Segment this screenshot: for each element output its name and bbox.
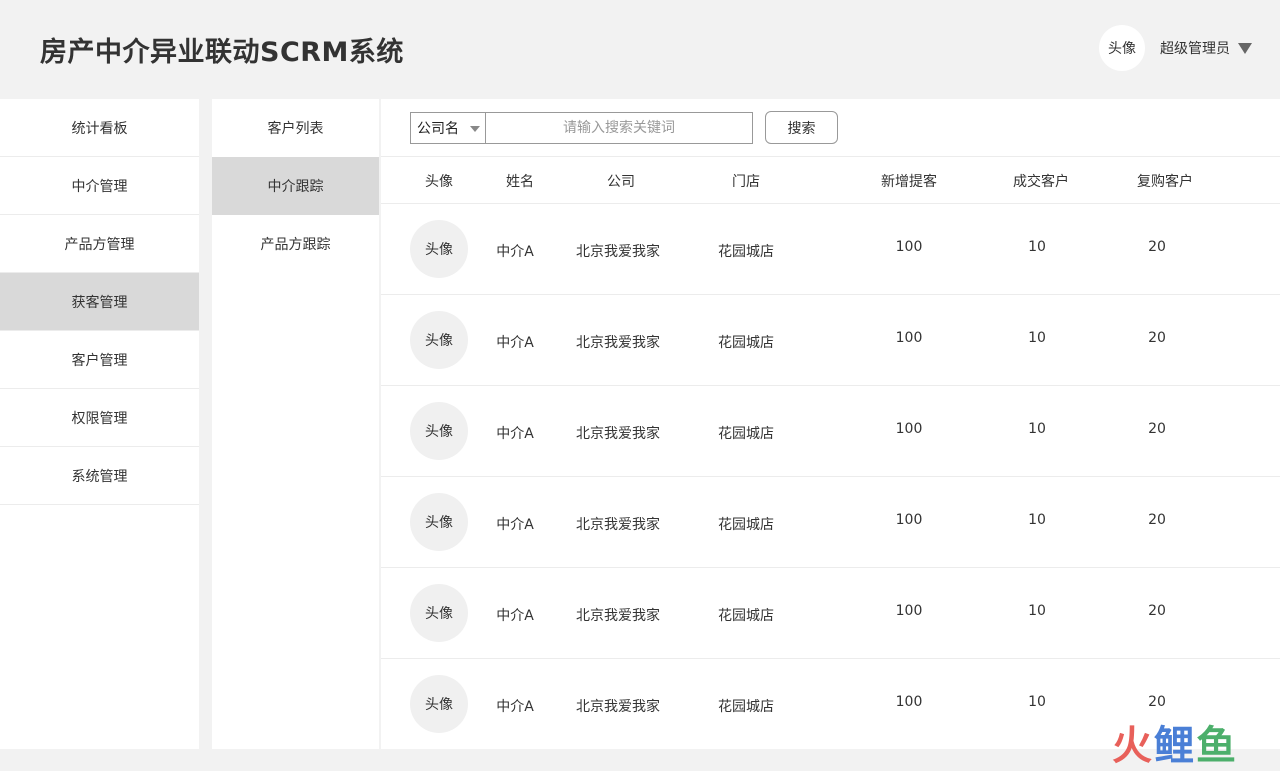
sidebar-item-system[interactable]: 系统管理 <box>0 447 199 505</box>
table-header: 头像 姓名 公司 门店 新增提客 成交客户 复购客户 <box>381 157 1280 204</box>
chevron-down-icon[interactable] <box>1238 43 1252 54</box>
avatar: 头像 <box>410 220 468 278</box>
sidebar-item-label: 客户管理 <box>71 352 128 369</box>
cell-store: 花园城店 <box>718 517 774 533</box>
sidebar-item-label: 系统管理 <box>71 468 128 485</box>
cell-new-leads: 100 <box>895 603 923 619</box>
cell-deals: 10 <box>1028 694 1046 710</box>
sidebar-item-acquisition[interactable]: 获客管理 <box>0 273 199 331</box>
subnav-item-customer-list[interactable]: 客户列表 <box>212 99 379 157</box>
sidebar-item-label: 获客管理 <box>71 294 128 311</box>
cell-repurchase: 20 <box>1148 421 1166 437</box>
column-header-deals: 成交客户 <box>1013 174 1069 190</box>
watermark-part: 鲤 <box>1154 723 1196 769</box>
app-header: 房产中介异业联动SCRM系统 头像 超级管理员 <box>0 0 1280 99</box>
cell-store: 花园城店 <box>718 608 774 624</box>
watermark-logo: 火鲤鱼 <box>1112 722 1238 770</box>
subnav-item-label: 客户列表 <box>267 121 324 137</box>
sidebar-item-permissions[interactable]: 权限管理 <box>0 389 199 447</box>
cell-company: 北京我爱我家 <box>576 244 660 260</box>
column-header-store: 门店 <box>732 174 760 190</box>
avatar: 头像 <box>410 584 468 642</box>
table-row[interactable]: 头像 中介A 北京我爱我家 花园城店 100 10 20 <box>381 386 1280 477</box>
watermark-part: 火 <box>1112 723 1154 769</box>
cell-new-leads: 100 <box>895 694 923 710</box>
subnav-item-label: 中介跟踪 <box>267 179 324 195</box>
cell-new-leads: 100 <box>895 421 923 437</box>
table-row[interactable]: 头像 中介A 北京我爱我家 花园城店 100 10 20 <box>381 295 1280 386</box>
user-avatar[interactable]: 头像 <box>1099 25 1145 71</box>
cell-repurchase: 20 <box>1148 512 1166 528</box>
column-header-new-leads: 新增提客 <box>881 174 937 190</box>
avatar: 头像 <box>410 675 468 733</box>
sidebar-item-label: 权限管理 <box>71 410 128 427</box>
cell-company: 北京我爱我家 <box>576 335 660 351</box>
filter-select-value: 公司名 <box>417 121 459 137</box>
column-header-repurchase: 复购客户 <box>1137 174 1193 190</box>
cell-name: 中介A <box>496 335 534 351</box>
cell-name: 中介A <box>496 244 534 260</box>
cell-deals: 10 <box>1028 603 1046 619</box>
main-content: 公司名 搜索 头像 姓名 公司 门店 新增提客 成交客户 复购客户 头像 中介A… <box>381 99 1280 749</box>
cell-new-leads: 100 <box>895 512 923 528</box>
search-button[interactable]: 搜索 <box>765 111 838 144</box>
cell-deals: 10 <box>1028 239 1046 255</box>
sidebar: 统计看板 中介管理 产品方管理 获客管理 客户管理 权限管理 系统管理 <box>0 99 199 749</box>
column-header-avatar: 头像 <box>425 174 453 190</box>
watermark-part: 鱼 <box>1196 723 1238 769</box>
cell-deals: 10 <box>1028 421 1046 437</box>
cell-repurchase: 20 <box>1148 239 1166 255</box>
avatar: 头像 <box>410 402 468 460</box>
subnav-item-product-tracking[interactable]: 产品方跟踪 <box>212 215 379 273</box>
sidebar-item-label: 中介管理 <box>71 178 128 195</box>
cell-name: 中介A <box>496 517 534 533</box>
table-row[interactable]: 头像 中介A 北京我爱我家 花园城店 100 10 20 <box>381 568 1280 659</box>
caret-down-icon[interactable] <box>470 126 480 132</box>
search-input[interactable] <box>485 112 753 144</box>
avatar: 头像 <box>410 311 468 369</box>
cell-deals: 10 <box>1028 330 1046 346</box>
cell-name: 中介A <box>496 699 534 715</box>
app-title: 房产中介异业联动SCRM系统 <box>40 37 404 68</box>
sidebar-item-dashboard[interactable]: 统计看板 <box>0 99 199 157</box>
column-header-name: 姓名 <box>506 174 534 190</box>
cell-company: 北京我爱我家 <box>576 699 660 715</box>
sidebar-item-customers[interactable]: 客户管理 <box>0 331 199 389</box>
sidebar-item-label: 产品方管理 <box>64 236 135 253</box>
cell-company: 北京我爱我家 <box>576 426 660 442</box>
cell-name: 中介A <box>496 426 534 442</box>
cell-store: 花园城店 <box>718 699 774 715</box>
cell-new-leads: 100 <box>895 330 923 346</box>
cell-repurchase: 20 <box>1148 694 1166 710</box>
table-row[interactable]: 头像 中介A 北京我爱我家 花园城店 100 10 20 <box>381 204 1280 295</box>
user-name[interactable]: 超级管理员 <box>1160 38 1230 58</box>
sidebar-item-label: 统计看板 <box>71 120 128 137</box>
cell-deals: 10 <box>1028 512 1046 528</box>
cell-store: 花园城店 <box>718 335 774 351</box>
cell-store: 花园城店 <box>718 426 774 442</box>
search-bar: 公司名 搜索 <box>381 99 1280 157</box>
cell-name: 中介A <box>496 608 534 624</box>
cell-company: 北京我爱我家 <box>576 608 660 624</box>
subnav-item-label: 产品方跟踪 <box>260 237 331 253</box>
cell-store: 花园城店 <box>718 244 774 260</box>
sidebar-item-agents[interactable]: 中介管理 <box>0 157 199 215</box>
cell-repurchase: 20 <box>1148 603 1166 619</box>
cell-repurchase: 20 <box>1148 330 1166 346</box>
cell-company: 北京我爱我家 <box>576 517 660 533</box>
table-body: 头像 中介A 北京我爱我家 花园城店 100 10 20 头像 中介A 北京我爱… <box>381 204 1280 750</box>
table-row[interactable]: 头像 中介A 北京我爱我家 花园城店 100 10 20 <box>381 477 1280 568</box>
sidebar-item-products[interactable]: 产品方管理 <box>0 215 199 273</box>
avatar: 头像 <box>410 493 468 551</box>
cell-new-leads: 100 <box>895 239 923 255</box>
column-header-company: 公司 <box>607 174 635 190</box>
subnav: 客户列表 中介跟踪 产品方跟踪 <box>212 99 379 749</box>
subnav-item-agent-tracking[interactable]: 中介跟踪 <box>212 157 379 215</box>
